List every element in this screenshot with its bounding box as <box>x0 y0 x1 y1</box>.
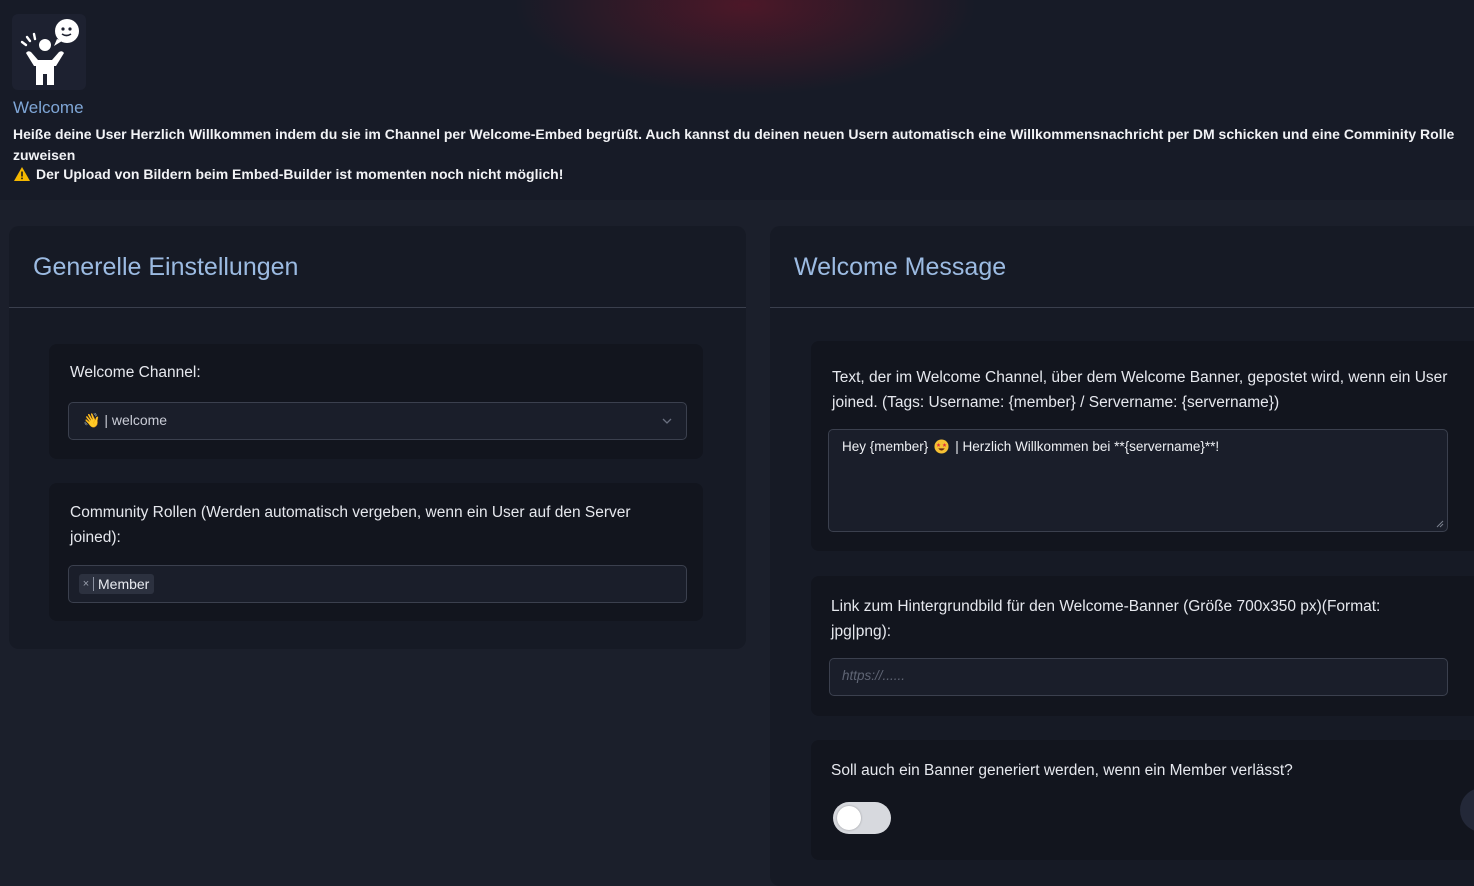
star-struck-emoji-icon <box>934 439 949 454</box>
welcome-message-header: Welcome Message <box>770 226 1474 308</box>
background-image-section: Link zum Hintergrundbild für den Welcome… <box>811 576 1474 716</box>
welcome-text-section: Text, der im Welcome Channel, über dem W… <box>811 341 1474 551</box>
welcome-message-title: Welcome Message <box>794 253 1007 281</box>
background-image-label: Link zum Hintergrundbild für den Welcome… <box>831 598 1381 640</box>
welcome-text-value-start: Hey {member} <box>842 439 929 454</box>
warning-triangle-icon <box>14 167 30 181</box>
page-description: Heiße deine User Herzlich Willkommen ind… <box>13 126 1455 163</box>
leave-banner-section: Soll auch ein Banner generiert werden, w… <box>811 740 1474 860</box>
welcome-channel-select[interactable]: 👋 | welcome <box>68 402 687 440</box>
general-settings-header: Generelle Einstellungen <box>9 226 746 308</box>
background-image-url-input[interactable] <box>842 668 1422 683</box>
upload-warning-text: Der Upload von Bildern beim Embed-Builde… <box>36 166 564 182</box>
welcome-channel-value: 👋 | welcome <box>83 412 168 428</box>
waving-person-speech-icon <box>20 19 79 85</box>
welcome-logo <box>12 14 86 90</box>
upload-warning: Der Upload von Bildern beim Embed-Builde… <box>13 166 563 182</box>
community-roles-label: Community Rollen (Werden automatisch ver… <box>70 504 631 546</box>
welcome-text-value: Hey {member} | Herzlich Willkommen bei *… <box>842 439 1219 454</box>
remove-tag-icon[interactable]: × <box>79 577 94 591</box>
welcome-channel-section: Welcome Channel: 👋 | welcome <box>49 344 703 459</box>
leave-banner-toggle[interactable] <box>833 802 891 834</box>
community-roles-select[interactable]: × Member <box>68 565 687 603</box>
role-tag-label: Member <box>98 576 150 592</box>
general-settings-card: Generelle Einstellungen Welcome Channel:… <box>9 226 746 649</box>
leave-banner-label: Soll auch ein Banner generiert werden, w… <box>831 762 1293 779</box>
community-roles-section: Community Rollen (Werden automatisch ver… <box>49 483 703 621</box>
page-title: Welcome <box>13 98 84 117</box>
background-image-input-box[interactable] <box>829 658 1448 696</box>
welcome-text-label: Text, der im Welcome Channel, über dem W… <box>832 369 1448 411</box>
page-header: Welcome Heiße deine User Herzlich Willko… <box>0 0 1474 200</box>
welcome-message-card: Welcome Message Text, der im Welcome Cha… <box>770 226 1474 886</box>
role-tag-member: × Member <box>79 574 155 594</box>
resize-grip-icon[interactable] <box>1436 520 1444 528</box>
welcome-channel-label: Welcome Channel: <box>70 364 201 381</box>
toggle-knob <box>837 806 861 830</box>
welcome-text-value-end: | Herzlich Willkommen bei **{servername}… <box>955 439 1220 454</box>
general-settings-title: Generelle Einstellungen <box>33 253 299 281</box>
welcome-text-textarea[interactable]: Hey {member} | Herzlich Willkommen bei *… <box>828 429 1448 532</box>
chevron-down-icon <box>662 418 672 424</box>
